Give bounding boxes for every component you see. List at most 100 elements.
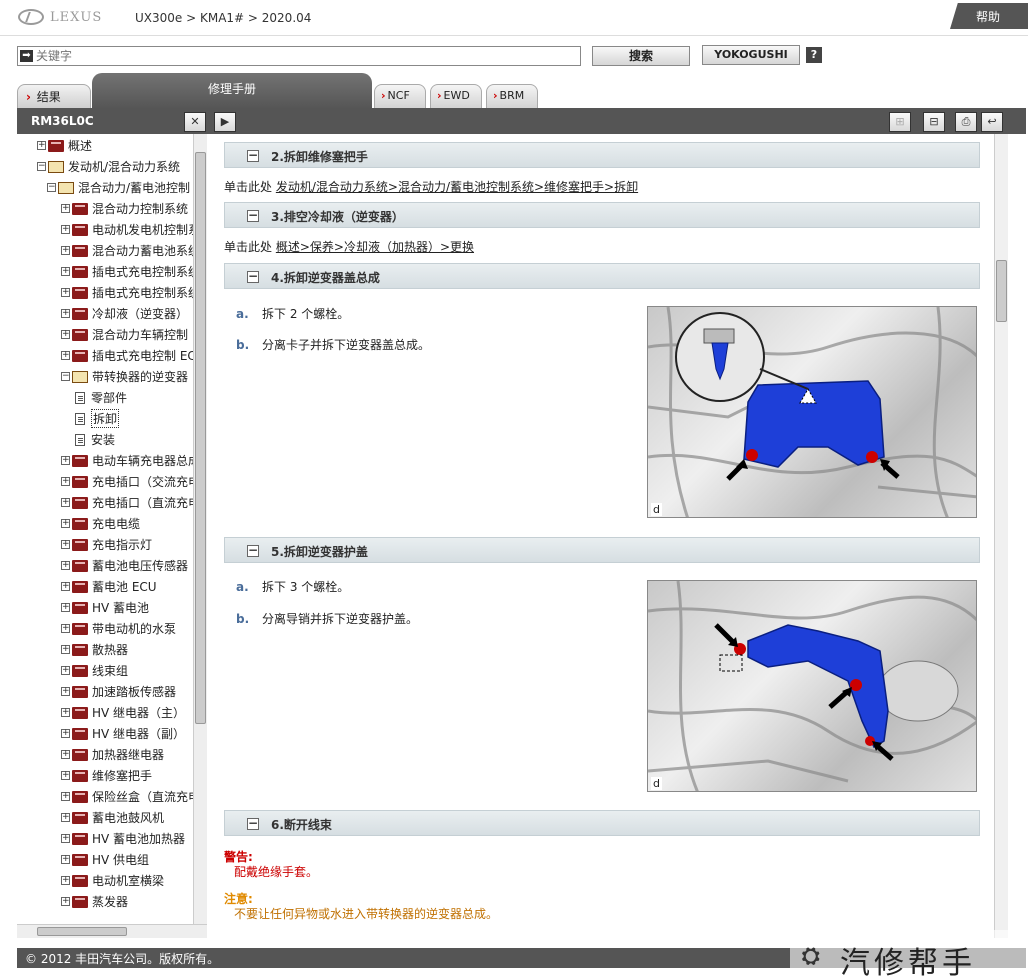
reference-link[interactable]: 发动机/混合动力系统>混合动力/蓄电池控制系统>维修塞把手>拆卸: [276, 180, 638, 194]
expand-pane-button[interactable]: ▶: [214, 112, 236, 132]
expand-icon[interactable]: +: [61, 309, 70, 318]
expand-icon[interactable]: +: [61, 225, 70, 234]
collapse-icon[interactable]: −: [47, 183, 56, 192]
expand-icon[interactable]: +: [61, 813, 70, 822]
tree-item[interactable]: 安装: [75, 429, 115, 450]
expand-icon[interactable]: +: [61, 267, 70, 276]
expand-icon[interactable]: +: [61, 477, 70, 486]
tree-item[interactable]: + 混合动力控制系统: [61, 198, 188, 219]
tree-item[interactable]: + HV 蓄电池加热器: [61, 828, 185, 849]
tree-item[interactable]: + 混合动力蓄电池系统: [61, 240, 200, 261]
tree-vertical-scrollbar[interactable]: [193, 134, 207, 924]
expand-icon[interactable]: +: [61, 729, 70, 738]
tree-item[interactable]: + 充电插口（交流充电: [61, 471, 200, 492]
tab-ncf[interactable]: › NCF: [374, 84, 426, 108]
collapse-icon[interactable]: −: [247, 209, 259, 222]
expand-icon[interactable]: +: [61, 666, 70, 675]
section-header[interactable]: − 4.拆卸逆变器盖总成: [224, 263, 980, 289]
tree-item[interactable]: + 电动机室横梁: [61, 870, 164, 891]
tree-item[interactable]: + 蒸发器: [61, 891, 128, 912]
expand-icon[interactable]: +: [61, 771, 70, 780]
expand-icon[interactable]: +: [61, 561, 70, 570]
tab-repair-manual[interactable]: 修理手册: [92, 73, 372, 109]
section-header[interactable]: − 2.拆卸维修塞把手: [224, 142, 980, 168]
section-header[interactable]: − 3.排空冷却液（逆变器）: [224, 202, 980, 228]
tree-item[interactable]: + 维修塞把手: [61, 765, 152, 786]
print-button[interactable]: ⎙: [955, 112, 977, 132]
search-button[interactable]: 搜索: [592, 46, 690, 66]
collapse-icon[interactable]: −: [247, 817, 259, 830]
tree-item[interactable]: + HV 继电器（副）: [61, 723, 185, 744]
illustration-inverter-guard[interactable]: d: [647, 580, 977, 792]
expand-icon[interactable]: +: [61, 498, 70, 507]
search-field[interactable]: ➡: [17, 46, 581, 66]
tree-item[interactable]: + 蓄电池鼓风机: [61, 807, 164, 828]
tree-item[interactable]: 零部件: [75, 387, 127, 408]
expand-icon[interactable]: +: [61, 456, 70, 465]
scroll-thumb[interactable]: [996, 260, 1007, 322]
tree-item[interactable]: + 概述: [37, 135, 92, 156]
reference-link[interactable]: 概述>保养>冷却液（加热器）>更换: [276, 240, 474, 254]
tree-item[interactable]: + 充电指示灯: [61, 534, 152, 555]
expand-icon[interactable]: +: [61, 603, 70, 612]
tree-item[interactable]: + 冷却液（逆变器）: [61, 303, 188, 324]
tree-item[interactable]: + 带电动机的水泵: [61, 618, 176, 639]
tree-item[interactable]: + 插电式充电控制系统: [61, 261, 200, 282]
tree-item[interactable]: + 保险丝盒（直流充电: [61, 786, 200, 807]
tree-item[interactable]: + 蓄电池电压传感器: [61, 555, 188, 576]
expand-icon[interactable]: +: [61, 330, 70, 339]
collapse-icon[interactable]: −: [37, 162, 46, 171]
collapse-all-button[interactable]: ⊟: [923, 112, 945, 132]
document-vertical-scrollbar[interactable]: [994, 134, 1008, 938]
close-tree-button[interactable]: ✕: [184, 112, 206, 132]
tree-item[interactable]: + 加速踏板传感器: [61, 681, 176, 702]
section-header[interactable]: − 5.拆卸逆变器护盖: [224, 537, 980, 563]
tree-item[interactable]: + 充电电缆: [61, 513, 140, 534]
tree-item[interactable]: + 加热器继电器: [61, 744, 164, 765]
expand-icon[interactable]: +: [61, 246, 70, 255]
tree-item[interactable]: − 混合动力/蓄电池控制: [47, 177, 190, 198]
tree-item[interactable]: + 散热器: [61, 639, 128, 660]
section-header[interactable]: − 6.断开线束: [224, 810, 980, 836]
tree-item[interactable]: + 蓄电池 ECU: [61, 576, 157, 597]
scroll-thumb[interactable]: [37, 927, 127, 936]
tree-item[interactable]: + HV 蓄电池: [61, 597, 149, 618]
expand-icon[interactable]: +: [61, 624, 70, 633]
expand-icon[interactable]: +: [61, 288, 70, 297]
tab-brm[interactable]: › BRM: [486, 84, 538, 108]
tree-item[interactable]: + 插电式充电控制 EC: [61, 345, 196, 366]
tree-item[interactable]: − 发动机/混合动力系统: [37, 156, 180, 177]
expand-icon[interactable]: +: [61, 687, 70, 696]
tree-item[interactable]: + 插电式充电控制系统: [61, 282, 200, 303]
tree-item[interactable]: + HV 继电器（主）: [61, 702, 185, 723]
tree-item[interactable]: + 线束组: [61, 660, 128, 681]
expand-icon[interactable]: +: [61, 750, 70, 759]
expand-icon[interactable]: +: [61, 834, 70, 843]
expand-icon[interactable]: +: [61, 645, 70, 654]
collapse-icon[interactable]: −: [247, 544, 259, 557]
collapse-icon[interactable]: −: [247, 149, 259, 162]
tree-item[interactable]: + 电动车辆充电器总成: [61, 450, 200, 471]
collapse-icon[interactable]: −: [247, 270, 259, 283]
tree-horizontal-scrollbar[interactable]: [17, 924, 207, 938]
back-button[interactable]: ↩: [981, 112, 1003, 132]
expand-icon[interactable]: +: [61, 855, 70, 864]
tree-item[interactable]: + 电动机发电机控制系: [61, 219, 200, 240]
tree-item[interactable]: + HV 供电组: [61, 849, 149, 870]
collapse-icon[interactable]: −: [61, 372, 70, 381]
expand-icon[interactable]: +: [37, 141, 46, 150]
tree-item[interactable]: + 混合动力车辆控制: [61, 324, 188, 345]
expand-icon[interactable]: +: [61, 582, 70, 591]
tree-item[interactable]: 拆卸: [75, 408, 120, 429]
yokogushi-button[interactable]: YOKOGUSHI: [702, 45, 800, 65]
expand-all-button[interactable]: ⊞: [889, 112, 911, 132]
scroll-thumb[interactable]: [195, 152, 206, 724]
tree-item[interactable]: − 带转换器的逆变器: [61, 366, 188, 387]
expand-icon[interactable]: +: [61, 897, 70, 906]
tab-result[interactable]: › 结果: [17, 84, 91, 108]
expand-icon[interactable]: +: [61, 204, 70, 213]
expand-icon[interactable]: +: [61, 708, 70, 717]
help-question-button[interactable]: ?: [806, 47, 822, 63]
search-input[interactable]: [36, 48, 576, 64]
tab-ewd[interactable]: › EWD: [430, 84, 482, 108]
